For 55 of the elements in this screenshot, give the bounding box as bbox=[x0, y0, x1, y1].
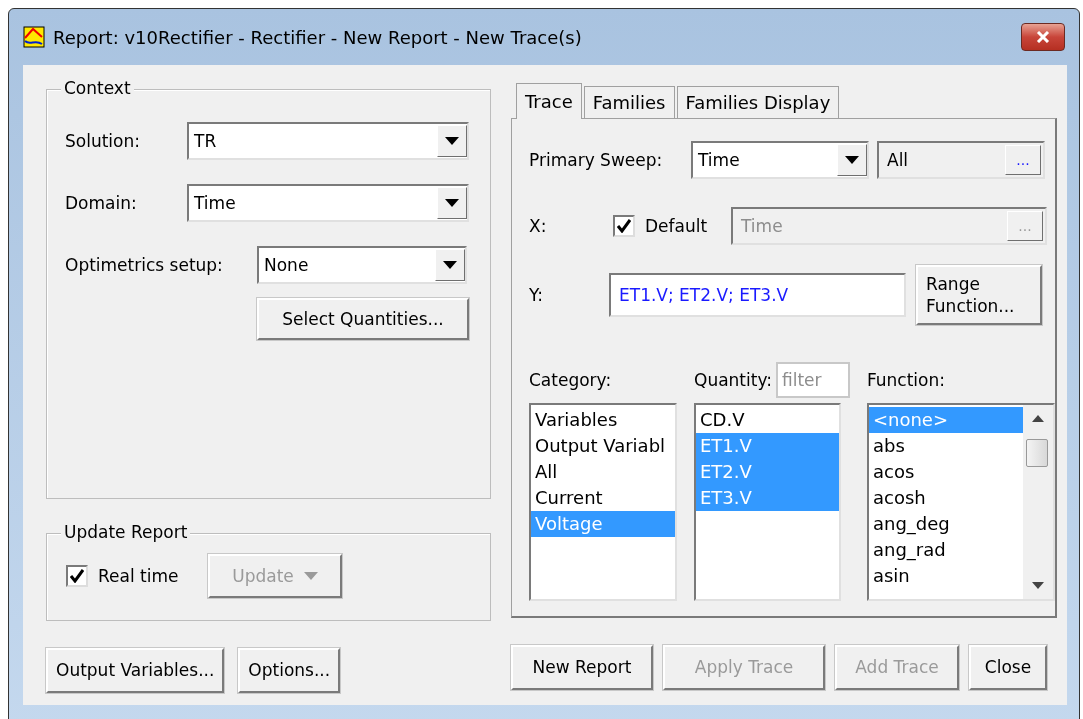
list-item[interactable]: Variables bbox=[531, 407, 675, 433]
list-item[interactable]: All bbox=[531, 459, 675, 485]
dropdown-arrow-icon bbox=[445, 137, 459, 145]
list-label: Quantity: bbox=[694, 370, 772, 390]
list-item[interactable]: ang_deg bbox=[868, 511, 1023, 537]
list-label: Category: bbox=[529, 370, 612, 390]
field-label: X: bbox=[529, 216, 548, 236]
checkmark-icon bbox=[70, 569, 84, 583]
field-label: Primary Sweep: bbox=[529, 150, 664, 170]
dropdown-arrow-icon bbox=[445, 199, 459, 207]
field-label: Solution: bbox=[65, 131, 141, 151]
dialog-button[interactable]: Close bbox=[969, 645, 1047, 690]
select-quantities-button[interactable]: Select Quantities... bbox=[257, 298, 469, 340]
checkbox-label: Default bbox=[645, 216, 709, 236]
tab[interactable]: Trace bbox=[516, 83, 582, 119]
list-item[interactable]: abs bbox=[868, 433, 1023, 459]
dropdown-field[interactable]: Time bbox=[187, 184, 469, 222]
dialog-button[interactable]: New Report bbox=[511, 645, 653, 690]
list-item[interactable]: Output Variabl bbox=[531, 433, 675, 459]
browse-button[interactable]: ... bbox=[1005, 145, 1041, 175]
checkbox-label: Real time bbox=[98, 566, 180, 586]
checkbox[interactable] bbox=[66, 565, 88, 587]
dropdown-field[interactable]: Time bbox=[691, 141, 869, 179]
range-function-button[interactable]: Range Function... bbox=[916, 265, 1042, 325]
dialog-button[interactable]: Output Variables... bbox=[46, 648, 225, 693]
tab[interactable]: Families bbox=[583, 86, 675, 118]
close-button[interactable] bbox=[1021, 23, 1065, 51]
y-expression-field[interactable]: ET1.V; ET2.V; ET3.V bbox=[609, 273, 906, 317]
scroll-up-icon[interactable] bbox=[1031, 415, 1044, 422]
field-label: Domain: bbox=[65, 193, 138, 213]
list-item[interactable]: Current bbox=[531, 485, 675, 511]
list-item[interactable]: CD.V bbox=[696, 407, 839, 433]
field-label: Optimetrics setup: bbox=[65, 255, 224, 275]
sweep-range-field[interactable]: All ... bbox=[877, 141, 1045, 179]
scrollbar[interactable] bbox=[1022, 405, 1053, 599]
list-item[interactable]: ang_rad bbox=[868, 537, 1023, 563]
list-label: Function: bbox=[866, 370, 945, 390]
dropdown-field[interactable]: None bbox=[257, 246, 467, 284]
dropdown-arrow-icon bbox=[443, 261, 457, 269]
window-title: Report: v10Rectifier - Rectifier - New Report - New Trace(s) bbox=[53, 26, 583, 48]
list-item[interactable]: acos bbox=[868, 459, 1023, 485]
dropdown-arrow-icon bbox=[303, 572, 318, 580]
dropdown-arrow-icon bbox=[845, 156, 859, 164]
report-chart-icon bbox=[23, 26, 45, 48]
scrollbar-thumb[interactable] bbox=[1025, 439, 1048, 467]
field-label: Y: bbox=[529, 285, 544, 305]
dialog-button[interactable]: Options... bbox=[238, 648, 341, 693]
list-item[interactable]: asin bbox=[868, 563, 1023, 589]
group-label: Update Report bbox=[61, 522, 191, 542]
close-icon bbox=[1036, 31, 1050, 43]
scroll-down-icon[interactable] bbox=[1031, 582, 1044, 589]
tab[interactable]: Families Display bbox=[676, 86, 840, 118]
list-item[interactable]: acosh bbox=[868, 485, 1023, 511]
checkmark-icon bbox=[617, 219, 631, 233]
dropdown-field[interactable]: TR bbox=[187, 122, 469, 160]
